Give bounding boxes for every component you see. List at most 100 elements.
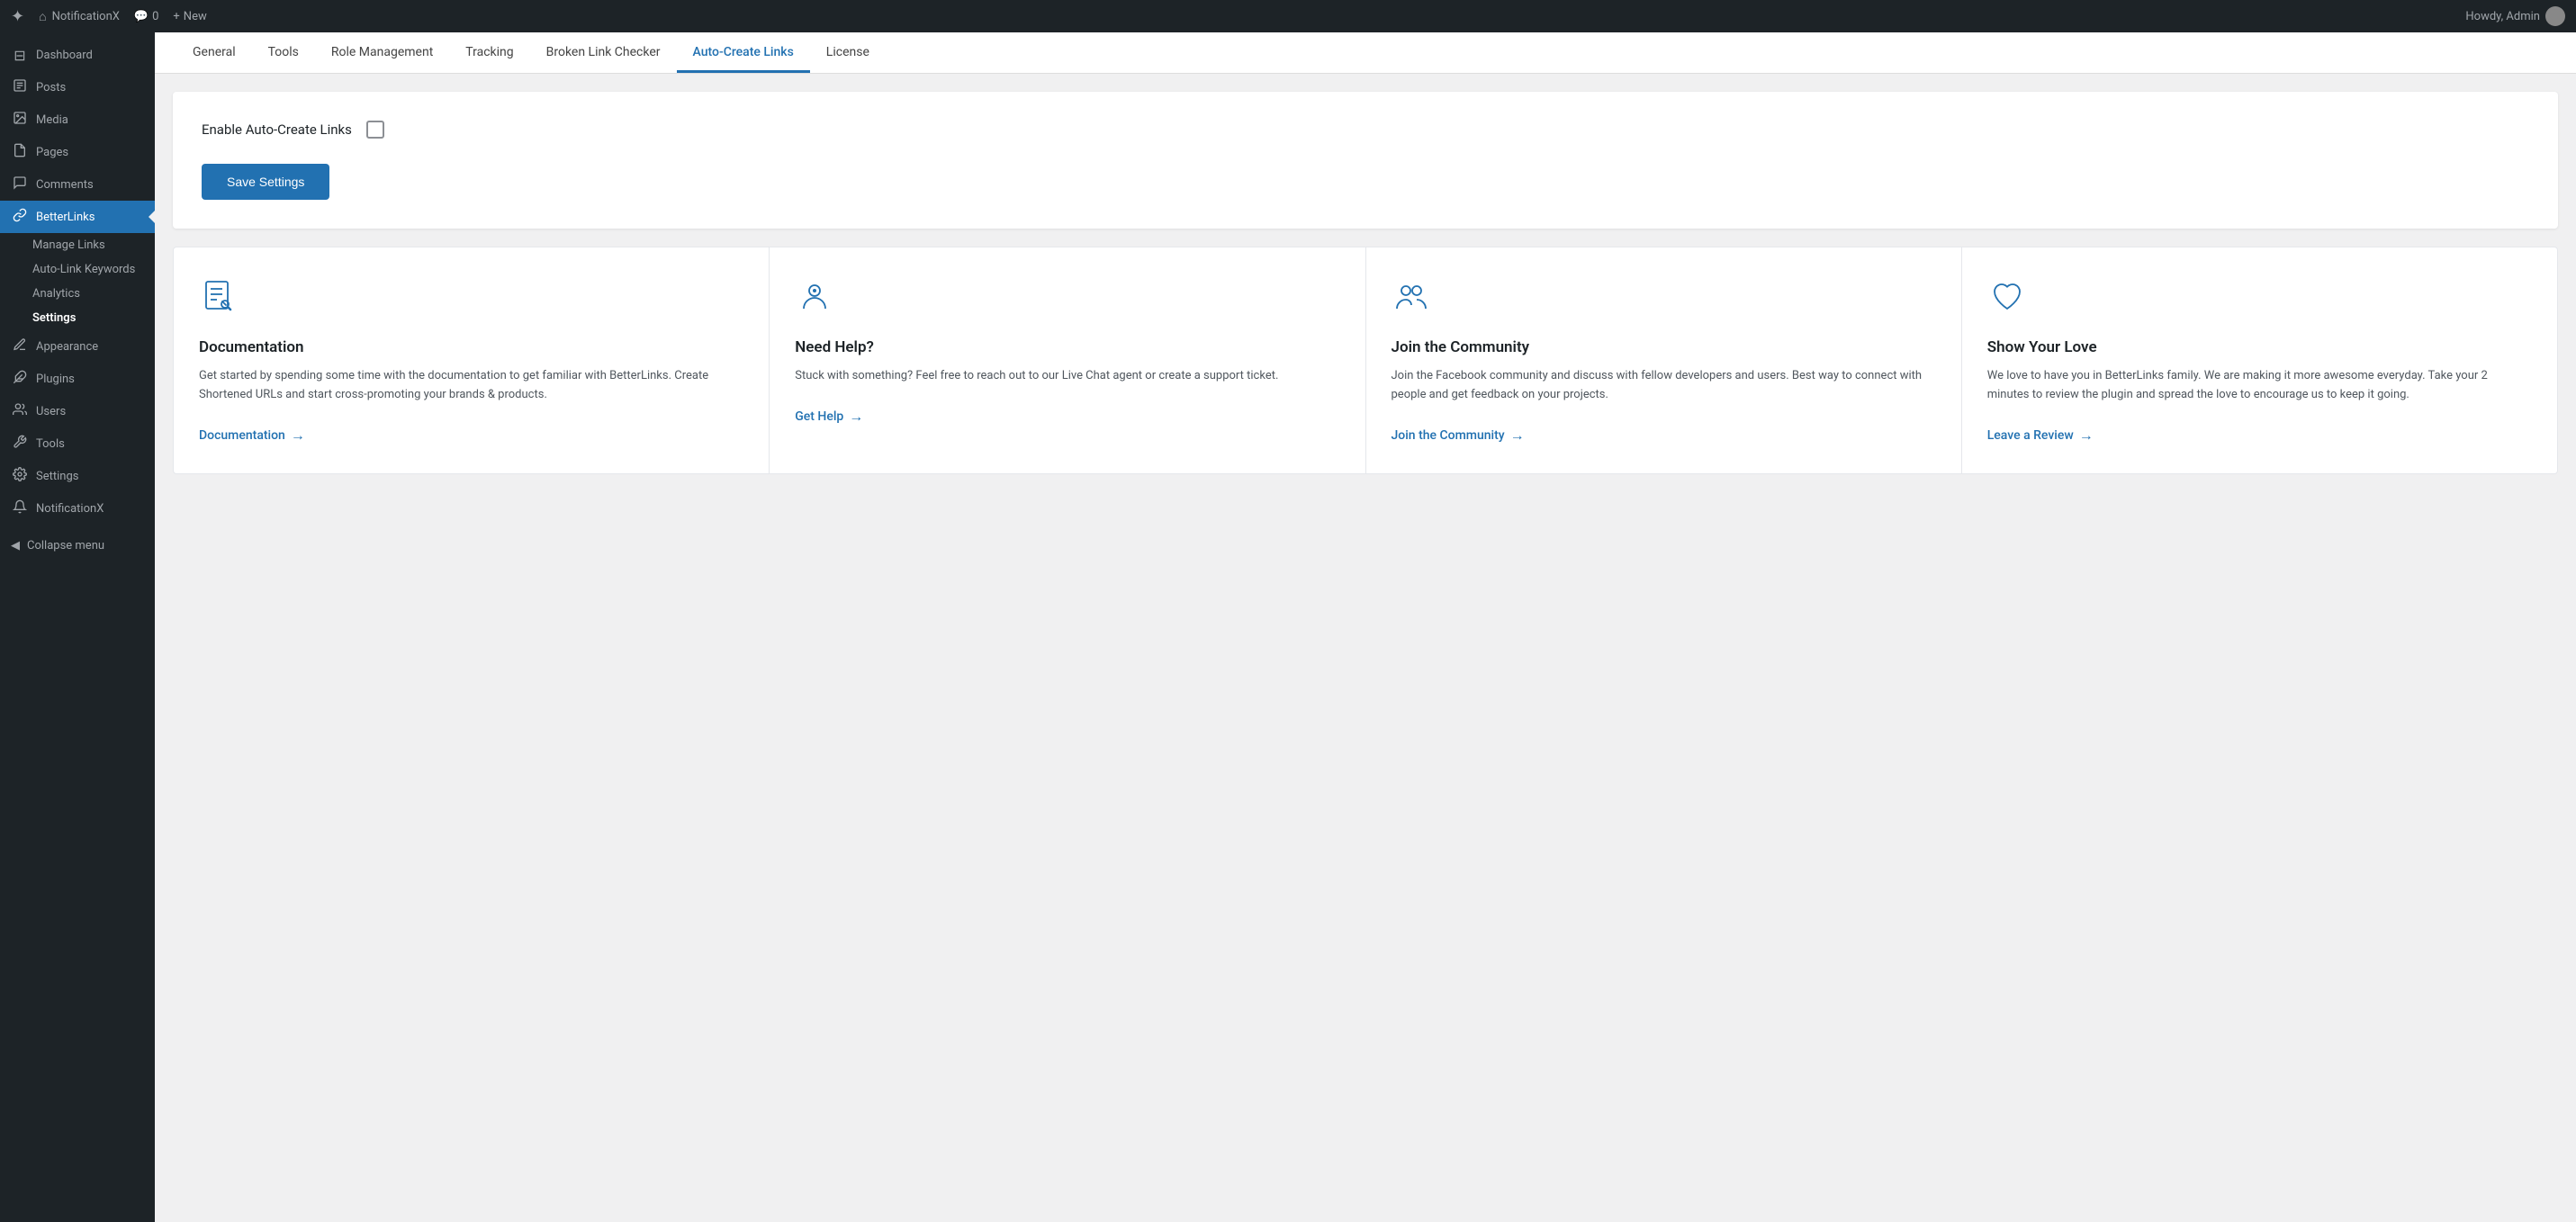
community-link-label: Join the Community xyxy=(1392,428,1505,443)
sidebar-item-appearance[interactable]: Appearance xyxy=(0,330,155,363)
love-link[interactable]: Leave a Review → xyxy=(1987,427,2532,445)
dashboard-icon: ⊟ xyxy=(11,47,29,64)
tab-role-management[interactable]: Role Management xyxy=(315,32,449,73)
sidebar-item-comments[interactable]: Comments xyxy=(0,168,155,201)
doc-arrow-icon: → xyxy=(291,427,305,445)
help-arrow-icon: → xyxy=(849,408,863,426)
sidebar-item-tools[interactable]: Tools xyxy=(0,427,155,460)
love-link-label: Leave a Review xyxy=(1987,428,2074,443)
sidebar-label-betterlinks: BetterLinks xyxy=(36,211,95,224)
sidebar-label-dashboard: Dashboard xyxy=(36,49,93,62)
community-icon xyxy=(1392,276,1936,322)
sidebar-item-posts[interactable]: Posts xyxy=(0,71,155,103)
help-title: Need Help? xyxy=(795,338,1339,356)
collapse-icon: ◀ xyxy=(11,539,20,553)
comments-icon xyxy=(11,175,29,193)
comments-link[interactable]: 💬 0 xyxy=(134,10,159,23)
sidebar-label-settings: Settings xyxy=(36,470,78,483)
love-title: Show Your Love xyxy=(1987,338,2532,356)
betterlinks-submenu: Manage Links Auto-Link Keywords Analytic… xyxy=(0,233,155,330)
tab-general[interactable]: General xyxy=(176,32,252,73)
community-desc: Join the Facebook community and discuss … xyxy=(1392,367,1936,405)
save-settings-button[interactable]: Save Settings xyxy=(202,164,329,200)
tab-broken-link-checker[interactable]: Broken Link Checker xyxy=(530,32,677,73)
submenu-auto-link-keywords[interactable]: Auto-Link Keywords xyxy=(0,257,155,282)
site-name[interactable]: ⌂ NotificationX xyxy=(39,9,120,24)
love-desc: We love to have you in BetterLinks famil… xyxy=(1987,367,2532,405)
sidebar-label-notificationx: NotificationX xyxy=(36,502,104,516)
tab-license[interactable]: License xyxy=(810,32,886,73)
card-show-love: Show Your Love We love to have you in Be… xyxy=(1961,247,2558,474)
sidebar-label-pages: Pages xyxy=(36,146,68,159)
sidebar-item-pages[interactable]: Pages xyxy=(0,136,155,168)
community-title: Join the Community xyxy=(1392,338,1936,356)
user-avatar xyxy=(2545,6,2565,26)
tab-tracking[interactable]: Tracking xyxy=(449,32,529,73)
new-content-link[interactable]: + New xyxy=(173,10,206,23)
doc-title: Documentation xyxy=(199,338,743,356)
tab-tools[interactable]: Tools xyxy=(252,32,315,73)
sidebar-label-plugins: Plugins xyxy=(36,373,75,386)
admin-sidebar: ⊟ Dashboard Posts Media Pages Comments xyxy=(0,32,155,1222)
plugins-icon xyxy=(11,370,29,388)
howdy-text: Howdy, Admin xyxy=(2465,10,2540,23)
sidebar-item-settings[interactable]: Settings xyxy=(0,460,155,492)
submenu-manage-links[interactable]: Manage Links xyxy=(0,233,155,257)
plus-icon: + xyxy=(173,10,179,23)
sidebar-item-users[interactable]: Users xyxy=(0,395,155,427)
doc-icon xyxy=(199,276,743,322)
submenu-settings[interactable]: Settings xyxy=(0,306,155,330)
sidebar-label-tools: Tools xyxy=(36,437,65,451)
home-icon: ⌂ xyxy=(39,9,46,24)
collapse-menu-button[interactable]: ◀ Collapse menu xyxy=(0,532,155,560)
love-arrow-icon: → xyxy=(2079,427,2094,445)
card-need-help: Need Help? Stuck with something? Feel fr… xyxy=(769,247,1365,474)
sidebar-label-posts: Posts xyxy=(36,81,66,94)
site-name-label: NotificationX xyxy=(52,10,120,23)
settings-panel: Enable Auto-Create Links Save Settings xyxy=(173,92,2558,229)
pages-icon xyxy=(11,143,29,161)
new-label: New xyxy=(184,10,207,23)
wp-logo-icon: ✦ xyxy=(11,7,24,26)
sidebar-item-betterlinks[interactable]: BetterLinks xyxy=(0,201,155,233)
heart-icon xyxy=(1987,276,2532,322)
community-link[interactable]: Join the Community → xyxy=(1392,427,1936,445)
help-link-label: Get Help xyxy=(795,409,843,424)
appearance-icon xyxy=(11,337,29,355)
sidebar-item-notificationx[interactable]: NotificationX xyxy=(0,492,155,525)
help-link[interactable]: Get Help → xyxy=(795,408,1339,426)
sidebar-label-comments: Comments xyxy=(36,178,94,192)
card-join-community: Join the Community Join the Facebook com… xyxy=(1365,247,1962,474)
support-icon xyxy=(795,276,1339,322)
info-cards-row: Documentation Get started by spending so… xyxy=(173,247,2558,474)
users-icon xyxy=(11,402,29,420)
tools-icon xyxy=(11,435,29,453)
tab-auto-create-links[interactable]: Auto-Create Links xyxy=(677,32,810,73)
enable-auto-create-row: Enable Auto-Create Links xyxy=(202,121,2529,139)
notificationx-icon xyxy=(11,499,29,517)
active-arrow xyxy=(149,210,156,224)
doc-link[interactable]: Documentation → xyxy=(199,427,743,445)
help-desc: Stuck with something? Feel free to reach… xyxy=(795,367,1339,386)
settings-icon xyxy=(11,467,29,485)
sidebar-item-dashboard[interactable]: ⊟ Dashboard xyxy=(0,40,155,71)
card-documentation: Documentation Get started by spending so… xyxy=(173,247,770,474)
sidebar-label-media: Media xyxy=(36,113,68,127)
sidebar-label-appearance: Appearance xyxy=(36,340,98,354)
user-greeting: Howdy, Admin xyxy=(2465,6,2565,26)
enable-auto-create-label: Enable Auto-Create Links xyxy=(202,121,352,138)
settings-tabs: General Tools Role Management Tracking B… xyxy=(155,32,2576,74)
enable-auto-create-checkbox[interactable] xyxy=(366,121,384,139)
submenu-analytics[interactable]: Analytics xyxy=(0,282,155,306)
community-arrow-icon: → xyxy=(1510,427,1525,445)
betterlinks-icon xyxy=(11,208,29,226)
sidebar-item-plugins[interactable]: Plugins xyxy=(0,363,155,395)
sidebar-item-media[interactable]: Media xyxy=(0,103,155,136)
sidebar-label-users: Users xyxy=(36,405,66,418)
media-icon xyxy=(11,111,29,129)
doc-link-label: Documentation xyxy=(199,428,285,443)
collapse-label: Collapse menu xyxy=(27,539,104,553)
comments-count: 0 xyxy=(152,10,158,23)
doc-desc: Get started by spending some time with t… xyxy=(199,367,743,405)
posts-icon xyxy=(11,78,29,96)
